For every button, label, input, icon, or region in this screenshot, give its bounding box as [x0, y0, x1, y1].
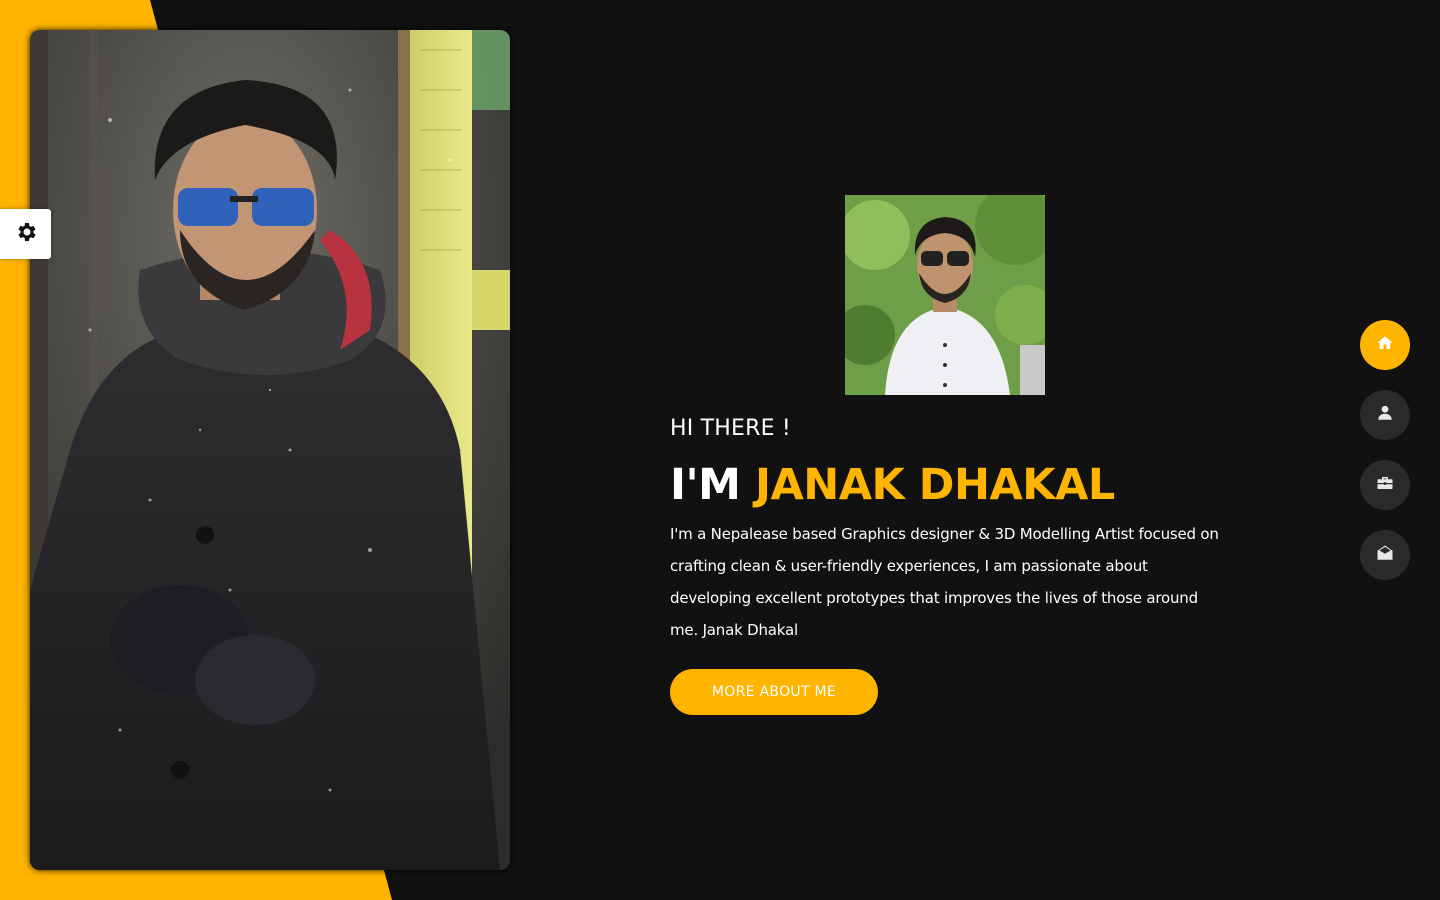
settings-toggle-button[interactable]	[0, 209, 51, 259]
user-icon	[1376, 404, 1394, 426]
nav-item-portfolio[interactable]	[1360, 460, 1410, 510]
home-icon	[1376, 334, 1394, 356]
envelope-open-icon	[1376, 544, 1394, 566]
profile-photo-large	[30, 30, 510, 870]
nav-item-home[interactable]	[1360, 320, 1410, 370]
briefcase-icon	[1376, 474, 1394, 496]
greeting-text: HI THERE !	[670, 416, 791, 441]
nav-item-contact[interactable]	[1360, 530, 1410, 580]
bio-text: I'm a Nepalease based Graphics designer …	[670, 525, 1219, 639]
title-name: JANAK DHAKAL	[754, 460, 1115, 510]
more-about-me-button[interactable]: MORE ABOUT ME	[670, 669, 878, 715]
nav-item-about[interactable]	[1360, 390, 1410, 440]
gear-icon	[14, 220, 38, 248]
page: HI THERE ! I'M JANAK DHAKAL I'm a Nepale…	[0, 0, 1440, 900]
side-nav	[1360, 320, 1410, 600]
profile-photo-small	[845, 195, 1045, 395]
page-title: I'M JANAK DHAKAL	[670, 454, 1115, 516]
title-prefix: I'M	[670, 460, 741, 510]
